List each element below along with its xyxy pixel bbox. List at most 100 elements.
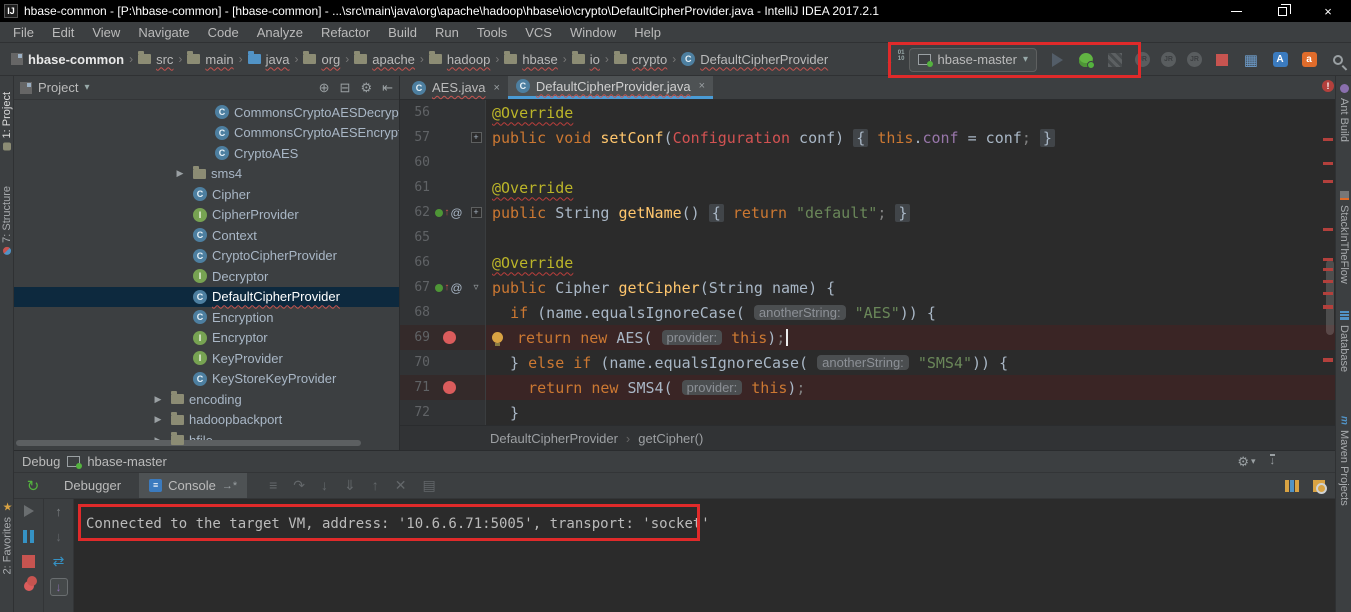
tool-button-project[interactable]: 1: Project xyxy=(1,92,13,151)
fold-marker[interactable]: + xyxy=(468,132,484,143)
tree-item-keystorekeyprovider[interactable]: C KeyStoreKeyProvider xyxy=(14,369,399,390)
tool-button-structure[interactable]: 7: Structure xyxy=(1,186,13,255)
breakpoint-icon[interactable] xyxy=(442,331,456,344)
gutter[interactable]: 70 xyxy=(400,350,486,375)
error-stripe-mark[interactable] xyxy=(1323,358,1333,362)
evaluate-expression-icon[interactable]: ▤ xyxy=(422,477,435,494)
error-stripe-mark[interactable] xyxy=(1323,162,1333,165)
gutter[interactable]: 71 xyxy=(400,375,486,400)
error-stripe-mark[interactable] xyxy=(1323,138,1333,141)
translate-blue-icon[interactable]: A xyxy=(1271,51,1289,69)
breadcrumb-item-main[interactable]: main xyxy=(184,50,236,69)
tree-item-decryptor[interactable]: I Decryptor xyxy=(14,266,399,287)
run-config-selector[interactable]: hbase-master ▾ xyxy=(909,47,1037,72)
code-line-69[interactable]: 69 return new AES( provider: this); xyxy=(400,325,1335,350)
stop-button[interactable] xyxy=(1213,51,1231,69)
update-project-icon[interactable]: ↓ 01 10 xyxy=(880,50,905,69)
breadcrumb-item-hbase[interactable]: hbase xyxy=(501,50,560,69)
jrebel-remote-icon[interactable]: JR xyxy=(1187,52,1202,67)
error-stripe-mark[interactable] xyxy=(1323,292,1333,295)
chevron-down-icon[interactable]: ▾ xyxy=(84,82,89,93)
code-line-66[interactable]: 66 @Override xyxy=(400,250,1335,275)
minimize-button[interactable] xyxy=(1213,0,1259,22)
view-breakpoints-button[interactable] xyxy=(21,576,37,594)
tree-item-sms4[interactable]: ▶ sms4 xyxy=(14,164,399,185)
code-line-content[interactable]: public String getName() { return "defaul… xyxy=(486,200,1335,225)
breadcrumb-item-org[interactable]: org xyxy=(300,50,343,69)
thread-dump-icon[interactable] xyxy=(1313,479,1327,494)
code-line-content[interactable]: @Override xyxy=(486,175,1335,200)
tool-button-favorites[interactable]: 2: Favorites ★ xyxy=(1,500,14,574)
show-execution-point-icon[interactable]: ≡ xyxy=(269,477,277,494)
resume-button[interactable] xyxy=(21,503,37,519)
menu-item-view[interactable]: View xyxy=(83,25,129,40)
gutter[interactable]: 66 xyxy=(400,250,486,275)
breadcrumb-item-hadoop[interactable]: hadoop xyxy=(426,50,493,69)
menu-item-build[interactable]: Build xyxy=(379,25,426,40)
refresh-threads-button[interactable]: ⇄ xyxy=(51,553,67,569)
code-line-content[interactable]: return new AES( provider: this); xyxy=(486,325,1335,350)
editor-tab-defaultcipherprovider.java[interactable]: C DefaultCipherProvider.java × xyxy=(507,76,713,99)
threads-icon[interactable] xyxy=(1285,479,1299,492)
locate-icon[interactable]: ⊕ xyxy=(319,80,330,96)
code-line-content[interactable]: public void setConf(Configuration conf) … xyxy=(486,125,1335,150)
gutter[interactable]: 68 xyxy=(400,300,486,325)
gutter[interactable]: 69 xyxy=(400,325,486,350)
run-button[interactable] xyxy=(1048,51,1066,69)
tree-item-commonscryptoaesdecryptor[interactable]: C CommonsCryptoAESDecryptor xyxy=(14,102,399,123)
menu-item-refactor[interactable]: Refactor xyxy=(312,25,379,40)
tree-item-defaultcipherprovider[interactable]: C DefaultCipherProvider xyxy=(14,286,399,307)
tree-item-cipher[interactable]: C Cipher xyxy=(14,184,399,205)
code-line-61[interactable]: 61 @Override xyxy=(400,175,1335,200)
menu-item-tools[interactable]: Tools xyxy=(468,25,516,40)
horizontal-scrollbar[interactable] xyxy=(16,440,361,446)
breadcrumb-item-java[interactable]: java xyxy=(245,50,293,69)
debug-button[interactable] xyxy=(1077,51,1095,69)
gear-icon[interactable]: ⚙ xyxy=(360,80,372,96)
menu-item-navigate[interactable]: Navigate xyxy=(129,25,198,40)
debug-tab-debugger[interactable]: Debugger xyxy=(54,473,131,498)
gutter[interactable]: 72 xyxy=(400,400,486,425)
gutter[interactable]: 65 xyxy=(400,225,486,250)
tool-button-database[interactable]: Database xyxy=(1338,311,1350,372)
close-button[interactable]: × xyxy=(1305,0,1351,22)
breadcrumb-item-hbase-common[interactable]: hbase-common xyxy=(8,50,127,69)
tree-item-cipherprovider[interactable]: I CipherProvider xyxy=(14,205,399,226)
down-stack-button[interactable]: ↓ xyxy=(51,528,67,544)
search-everywhere-button[interactable] xyxy=(1329,51,1347,69)
rerun-button[interactable]: ↻ xyxy=(20,477,46,495)
breadcrumb-item-defaultcipherprovider[interactable]: C DefaultCipherProvider xyxy=(678,50,831,69)
error-stripe[interactable]: ! xyxy=(1321,80,1335,425)
gutter[interactable]: 60 xyxy=(400,150,486,175)
breadcrumb-item-src[interactable]: src xyxy=(135,50,176,69)
code-line-content[interactable]: } xyxy=(486,400,1335,425)
code-line-65[interactable]: 65 xyxy=(400,225,1335,250)
gutter[interactable]: 67 ↑ @ ▿ xyxy=(400,275,486,300)
tree-item-context[interactable]: C Context xyxy=(14,225,399,246)
code-line-content[interactable] xyxy=(486,150,1335,175)
fold-collapsed-icon[interactable]: + xyxy=(470,132,482,143)
code-area[interactable]: 56 @Override 57 + public void setConf(Config… xyxy=(400,80,1335,425)
step-out-icon[interactable]: ↑ xyxy=(372,477,379,494)
tool-button-ant-build[interactable]: Ant Build xyxy=(1338,84,1350,142)
build-icon[interactable]: ▦ xyxy=(1242,51,1260,69)
tree-expand-arrow[interactable]: ▶ xyxy=(150,394,166,405)
close-tab-icon[interactable]: × xyxy=(699,80,705,92)
code-line-62[interactable]: 62 ↑ @ + public String getName() { return "d… xyxy=(400,200,1335,225)
code-line-content[interactable]: @Override xyxy=(486,250,1335,275)
menu-item-analyze[interactable]: Analyze xyxy=(248,25,312,40)
gutter[interactable]: 57 + xyxy=(400,125,486,150)
restore-button[interactable] xyxy=(1259,0,1305,22)
intention-bulb-icon[interactable] xyxy=(492,332,503,346)
tree-item-cryptocipherprovider[interactable]: C CryptoCipherProvider xyxy=(14,246,399,267)
code-line-content[interactable]: @Override xyxy=(486,100,1335,125)
code-line-72[interactable]: 72 } xyxy=(400,400,1335,425)
breadcrumb-method[interactable]: getCipher() xyxy=(638,431,703,446)
drop-frame-icon[interactable]: ✕ xyxy=(395,477,407,494)
code-line-content[interactable]: if (name.equalsIgnoreCase( anotherString… xyxy=(486,300,1335,325)
hide-panel-icon[interactable]: ↓ xyxy=(1269,453,1275,470)
force-step-into-icon[interactable]: ⇓ xyxy=(344,477,356,494)
breakpoint-icon[interactable] xyxy=(442,381,456,394)
collapse-all-icon[interactable]: ⊟ xyxy=(340,80,351,96)
tree-expand-arrow[interactable]: ▶ xyxy=(172,168,188,179)
